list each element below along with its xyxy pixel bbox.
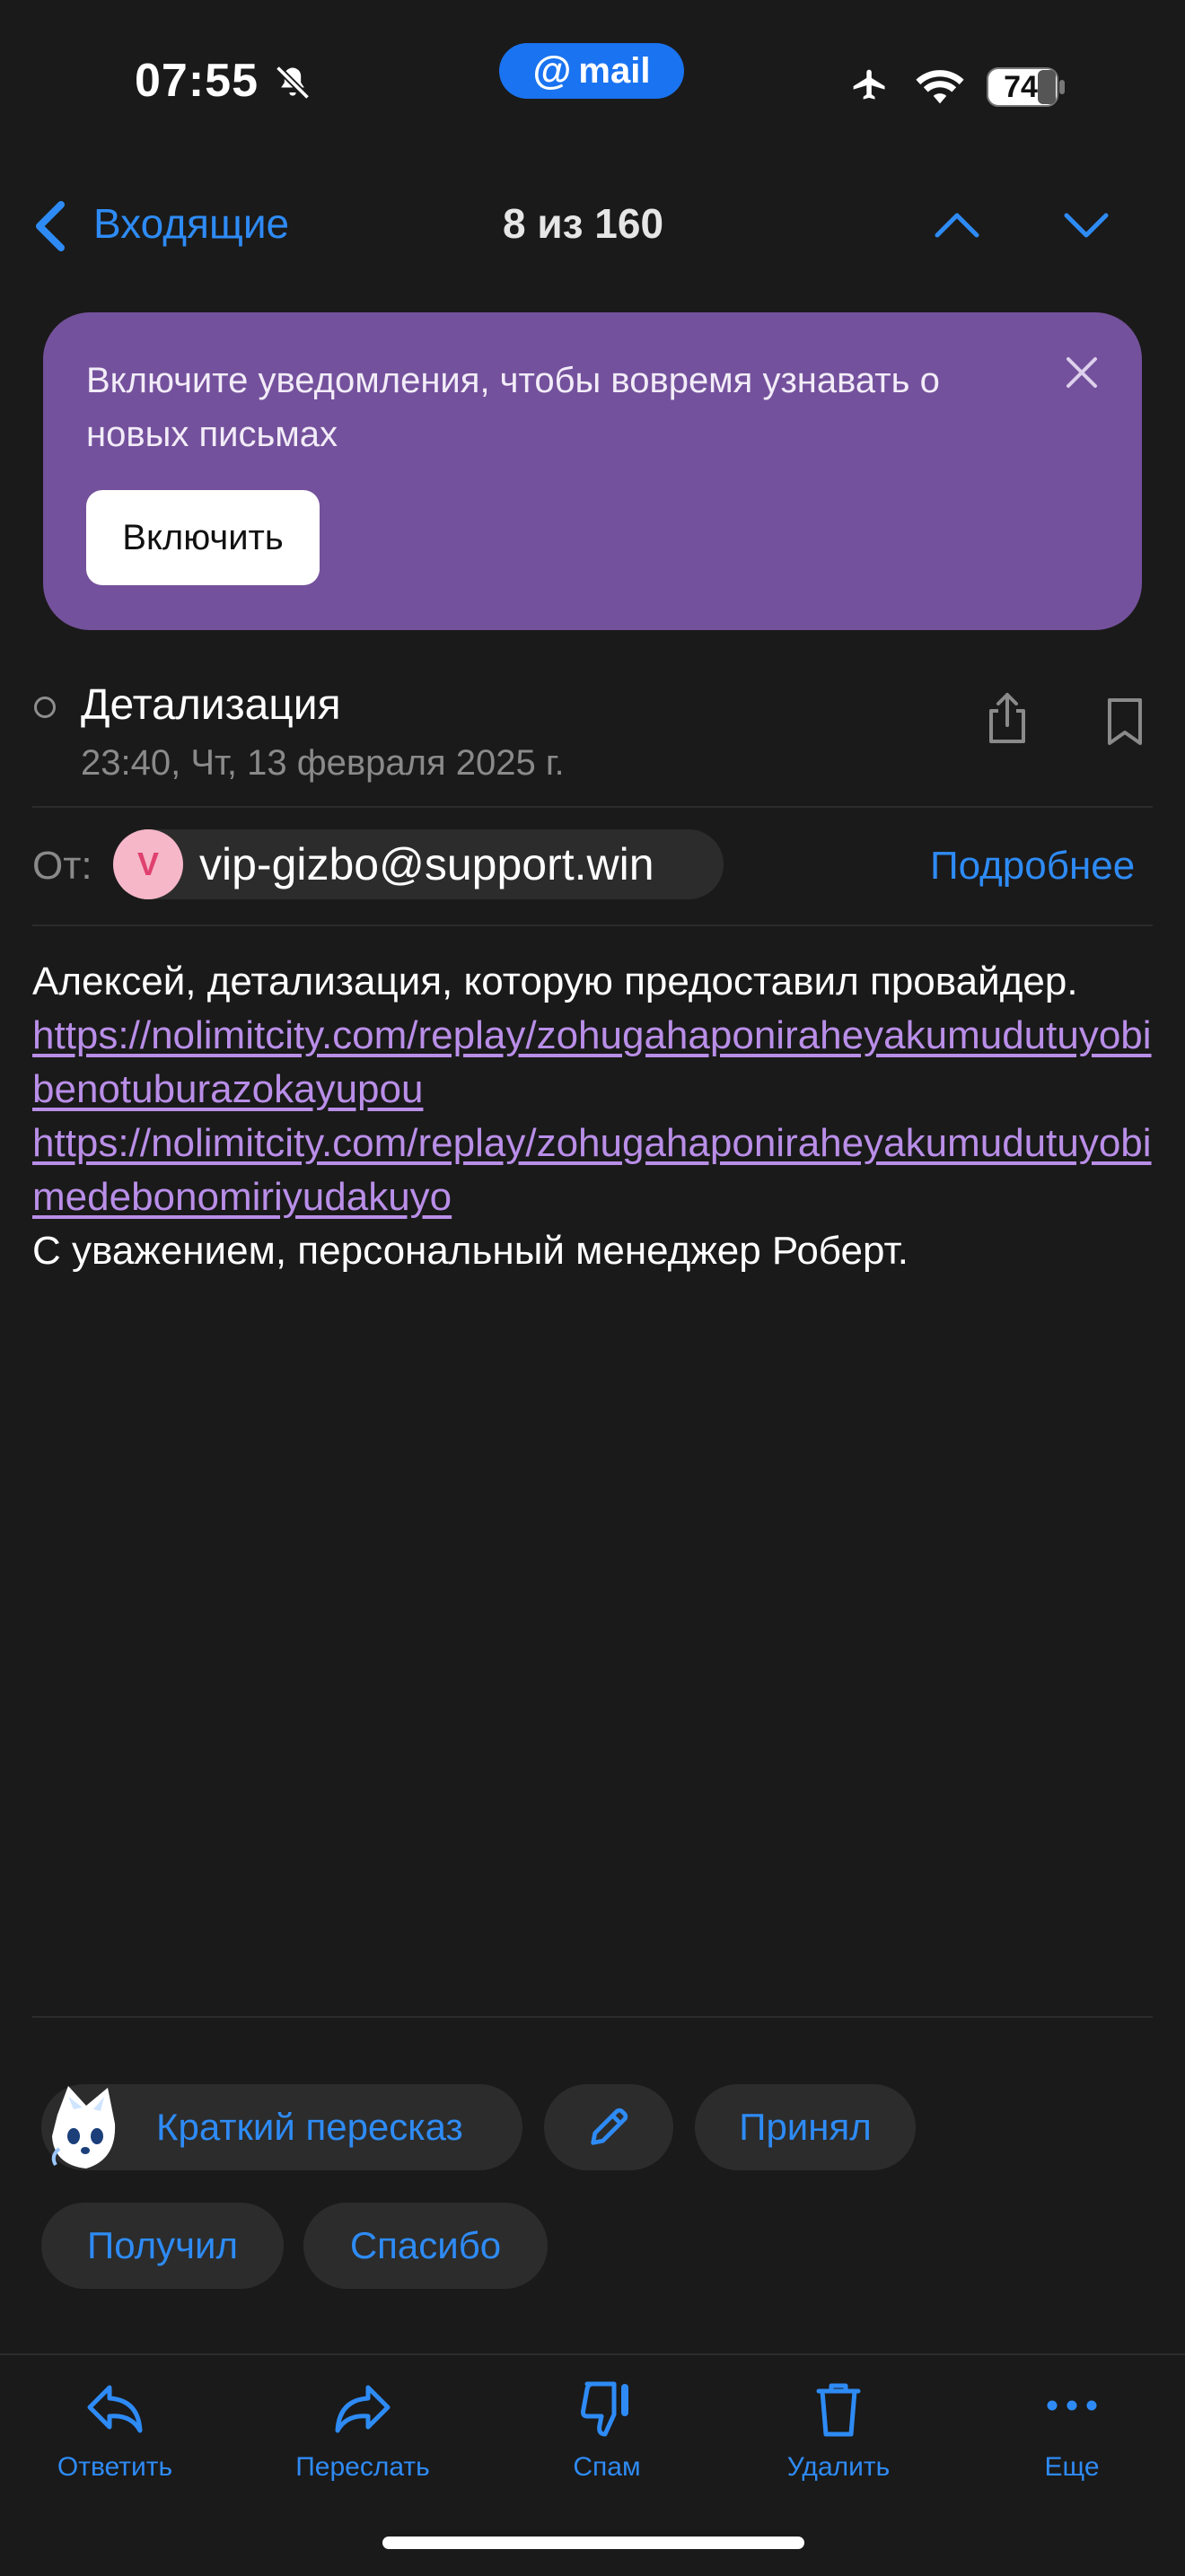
wifi-icon xyxy=(916,70,964,104)
bell-muted-icon xyxy=(275,65,311,101)
message-date: 23:40, Чт, 13 февраля 2025 г. xyxy=(81,743,565,783)
chevron-down-icon[interactable] xyxy=(1061,206,1111,242)
share-icon[interactable] xyxy=(982,691,1032,745)
quick-reply-accepted[interactable]: Принял xyxy=(695,2084,916,2170)
summary-label: Краткий пересказ xyxy=(156,2106,463,2148)
enable-notifications-button[interactable]: Включить xyxy=(86,490,320,585)
more-button[interactable]: Еще xyxy=(973,2379,1171,2483)
forward-icon xyxy=(335,2385,391,2433)
forward-label: Переслать xyxy=(295,2452,430,2482)
divider xyxy=(32,924,1153,926)
body-greeting: Алексей, детализация, которую предостави… xyxy=(32,959,1078,1003)
delete-label: Удалить xyxy=(786,2452,891,2482)
airplane-icon xyxy=(853,69,885,100)
sender-email: vip-gizbo@support.win xyxy=(199,839,654,889)
pencil-icon xyxy=(591,2107,628,2145)
reply-icon xyxy=(87,2385,143,2433)
more-label: Еще xyxy=(1044,2452,1100,2482)
body-link[interactable]: https://nolimitcity.com/replay/zohugahap… xyxy=(32,1117,1154,1224)
details-link[interactable]: Подробнее xyxy=(930,844,1135,889)
message-counter: 8 из 160 xyxy=(503,200,664,247)
thumbs-down-icon xyxy=(581,2381,628,2437)
quick-reply-received[interactable]: Получил xyxy=(41,2203,284,2289)
body-link[interactable]: https://nolimitcity.com/replay/zohugahap… xyxy=(32,1009,1154,1117)
battery-level: 74 xyxy=(1004,69,1038,104)
forward-button[interactable]: Переслать xyxy=(264,2379,461,2483)
from-label: От: xyxy=(32,844,92,888)
delete-button[interactable]: Удалить xyxy=(740,2379,937,2483)
back-to-inbox-button[interactable]: Входящие xyxy=(93,199,289,248)
mascot-icon xyxy=(51,2086,116,2169)
brand-at: @ xyxy=(532,48,572,92)
spam-button[interactable]: Спам xyxy=(508,2379,706,2483)
sender-chip[interactable]: V vip-gizbo@support.win xyxy=(113,829,724,899)
brand-name: mail xyxy=(578,50,651,91)
notification-banner: Включите уведомления, чтобы вовремя узна… xyxy=(43,312,1142,630)
close-icon[interactable] xyxy=(1063,354,1101,391)
bookmark-icon[interactable] xyxy=(1102,695,1147,747)
compose-reply-button[interactable] xyxy=(544,2084,673,2170)
more-icon xyxy=(1047,2400,1097,2411)
status-time: 07:55 xyxy=(135,55,259,107)
reply-label: Ответить xyxy=(57,2452,173,2482)
chevron-up-icon[interactable] xyxy=(932,206,982,242)
reply-button[interactable]: Ответить xyxy=(16,2379,214,2483)
message-body: Алексей, детализация, которую предостави… xyxy=(32,955,1154,1278)
divider xyxy=(32,2016,1153,2018)
avatar: V xyxy=(113,829,183,899)
summary-button[interactable]: Краткий пересказ xyxy=(41,2084,522,2170)
chevron-left-icon[interactable] xyxy=(32,199,68,253)
body-closing: С уважением, персональный менеджер Робер… xyxy=(32,1229,908,1273)
divider xyxy=(32,806,1153,808)
message-subject: Детализация xyxy=(81,681,341,729)
home-indicator[interactable] xyxy=(382,2537,804,2549)
quick-reply-thanks[interactable]: Спасибо xyxy=(303,2203,548,2289)
spam-label: Спам xyxy=(573,2452,641,2482)
unread-indicator[interactable] xyxy=(34,697,56,718)
trash-icon xyxy=(816,2383,861,2437)
brand-logo: @ mail xyxy=(499,43,684,99)
banner-text: Включите уведомления, чтобы вовремя узна… xyxy=(86,361,940,454)
